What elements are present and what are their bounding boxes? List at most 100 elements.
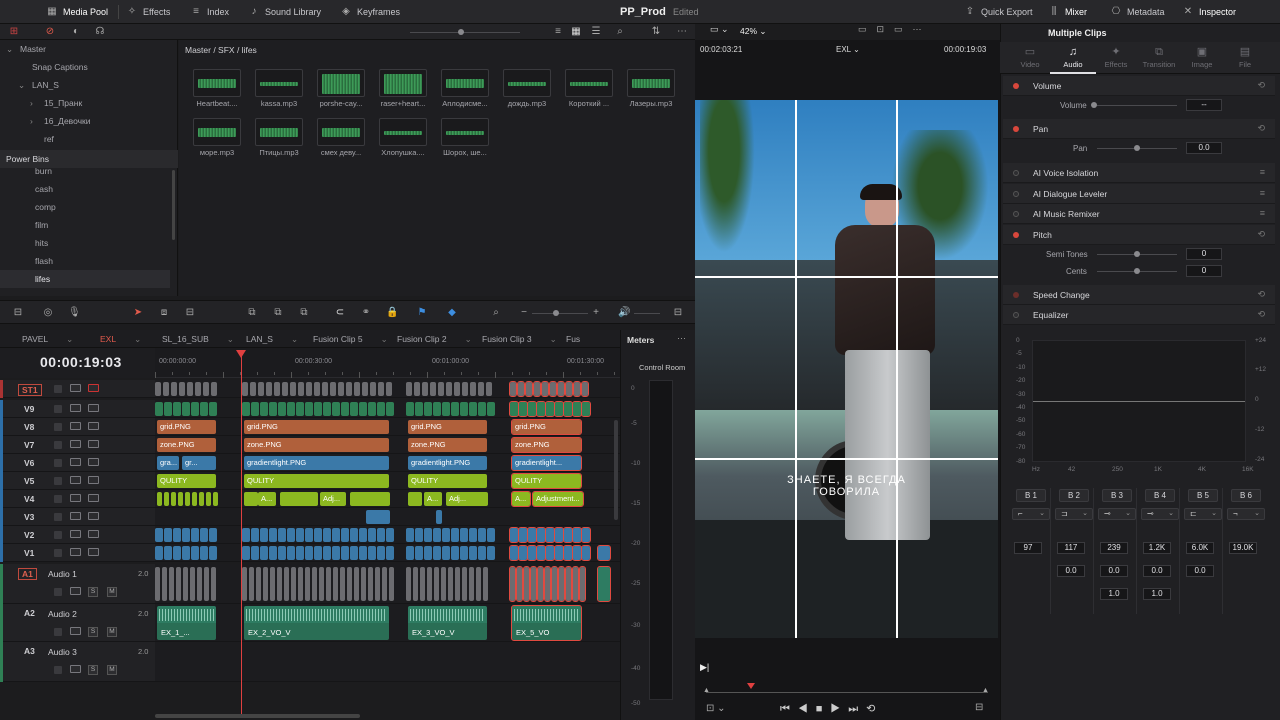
video-clip[interactable] [191, 528, 199, 542]
solo-button[interactable]: S [88, 665, 98, 675]
sort-icon[interactable]: ☰ [590, 26, 602, 38]
audio-clip-thumbnail[interactable] [503, 69, 551, 97]
subtitle-clip[interactable] [454, 382, 460, 396]
lock-icon[interactable] [54, 441, 62, 449]
grid-clip[interactable]: grid.PNG [511, 419, 582, 435]
video-clip[interactable] [536, 527, 546, 543]
adjustment-clip[interactable] [280, 492, 318, 506]
audio-clip-thumbnail[interactable] [627, 69, 675, 97]
bin-scrollbar[interactable] [172, 170, 175, 240]
lock-icon[interactable] [54, 666, 62, 674]
video-clip[interactable] [209, 528, 217, 542]
video-clip[interactable] [563, 401, 573, 417]
media-pool-button[interactable]: ▦ Media Pool [46, 0, 108, 24]
video-clip[interactable] [406, 546, 414, 560]
video-clip[interactable] [415, 402, 423, 416]
video-clip[interactable] [460, 546, 468, 560]
quality-clip[interactable]: QULITY [408, 474, 487, 488]
zone-clip[interactable]: zone.PNG [408, 438, 487, 452]
tab-fusion-clip-5[interactable]: Fusion Clip 5 ⌄ [313, 330, 388, 348]
grid-view-icon[interactable]: ▦ [570, 26, 582, 38]
flag-icon[interactable]: ⚑ [416, 307, 428, 319]
video-clip[interactable] [251, 528, 259, 542]
audio-clip[interactable] [483, 567, 488, 601]
video-clip[interactable] [164, 546, 172, 560]
audio-clip[interactable] [312, 567, 317, 601]
slider-knob[interactable] [458, 29, 464, 35]
video-clip[interactable] [424, 528, 432, 542]
chevron-icon[interactable]: ⌄ [6, 40, 20, 58]
monitor-icon[interactable] [70, 587, 81, 595]
lock-icon[interactable] [54, 405, 62, 413]
video-clip[interactable] [242, 402, 250, 416]
chevron-down-icon[interactable]: ⌄ [550, 334, 557, 344]
snapping-icon[interactable]: ⊂ [334, 307, 346, 319]
audio-clip[interactable] [183, 567, 188, 601]
audio-clip[interactable] [242, 567, 247, 601]
video-clip[interactable] [296, 546, 304, 560]
volume-slider[interactable] [634, 313, 660, 314]
audio-clip[interactable] [389, 567, 394, 601]
track-visibility-icon[interactable] [88, 422, 99, 430]
video-clip[interactable] [173, 546, 181, 560]
video-clip[interactable] [182, 546, 190, 560]
video-clip[interactable] [545, 401, 555, 417]
reset-icon[interactable]: ⟲ [1257, 229, 1265, 240]
subtitle-clip[interactable] [573, 381, 581, 397]
video-clip[interactable] [415, 546, 423, 560]
reset-icon[interactable]: ⟲ [1257, 123, 1265, 134]
video-clip[interactable] [350, 546, 358, 560]
video-clip[interactable] [436, 510, 442, 524]
track-visibility-icon[interactable] [88, 404, 99, 412]
adjustment-clip[interactable] [178, 492, 183, 506]
equalizer-graph[interactable] [1032, 340, 1246, 462]
adjustment-clip[interactable] [164, 492, 169, 506]
video-clip[interactable] [341, 402, 349, 416]
subtitle-clip[interactable] [211, 382, 217, 396]
adjustment-clip[interactable]: Adj... [446, 492, 488, 506]
chevron-down-icon[interactable]: ⌄ [227, 334, 234, 344]
bin-item[interactable]: › 15_Пранк [0, 94, 170, 112]
eq-frequency-value[interactable]: 239 [1100, 542, 1128, 554]
video-clip[interactable] [278, 528, 286, 542]
video-clip[interactable] [269, 402, 277, 416]
volume-section[interactable]: Volume ⟲ [1003, 76, 1275, 96]
track-visibility-icon[interactable] [88, 512, 99, 520]
video-clip[interactable] [386, 546, 394, 560]
cents-value[interactable]: 0 [1186, 265, 1222, 277]
subtitle-clip[interactable] [362, 382, 368, 396]
eq-band-button[interactable]: B 3 [1102, 489, 1132, 502]
video-clip[interactable] [433, 528, 441, 542]
adjustment-clip[interactable] [213, 492, 218, 506]
video-clip[interactable] [563, 545, 573, 561]
audio-clip[interactable] [256, 567, 261, 601]
enable-toggle[interactable] [1013, 292, 1019, 298]
video-clip[interactable] [155, 402, 163, 416]
power-bin-item[interactable]: cash [0, 180, 170, 198]
thumbnail-size-slider[interactable] [410, 32, 520, 33]
fullscreen-viewer-icon[interactable]: ⊟ [975, 702, 983, 713]
subtitle-clip[interactable] [306, 382, 312, 396]
video-clip[interactable] [278, 546, 286, 560]
subtitle-clip[interactable] [258, 382, 264, 396]
audio-clip[interactable] [544, 566, 551, 602]
chevron-icon[interactable]: ⌄ [18, 76, 32, 94]
video-clip[interactable] [487, 402, 495, 416]
stop-icon[interactable]: ■ [816, 703, 831, 715]
video-clip[interactable] [287, 402, 295, 416]
video-clip[interactable] [251, 546, 259, 560]
fullscreen-icon[interactable]: ⊟ [672, 307, 684, 319]
video-clip[interactable] [359, 528, 367, 542]
audio-clip-thumbnail[interactable] [379, 118, 427, 146]
adjustment-clip[interactable]: A... [258, 492, 276, 506]
video-clip[interactable] [572, 545, 582, 561]
chevron-icon[interactable]: › [30, 112, 44, 130]
subtitle-clip[interactable] [470, 382, 476, 396]
play-marker-icon[interactable]: ▶| [700, 662, 709, 673]
microphone-icon[interactable]: 🎙 [68, 307, 81, 319]
tab-file[interactable]: ▤ File [1222, 42, 1268, 74]
enable-toggle[interactable] [1013, 83, 1019, 89]
video-clip[interactable] [478, 528, 486, 542]
audio-clip[interactable] [516, 566, 523, 602]
audio-icon[interactable]: ◐ [70, 26, 82, 38]
